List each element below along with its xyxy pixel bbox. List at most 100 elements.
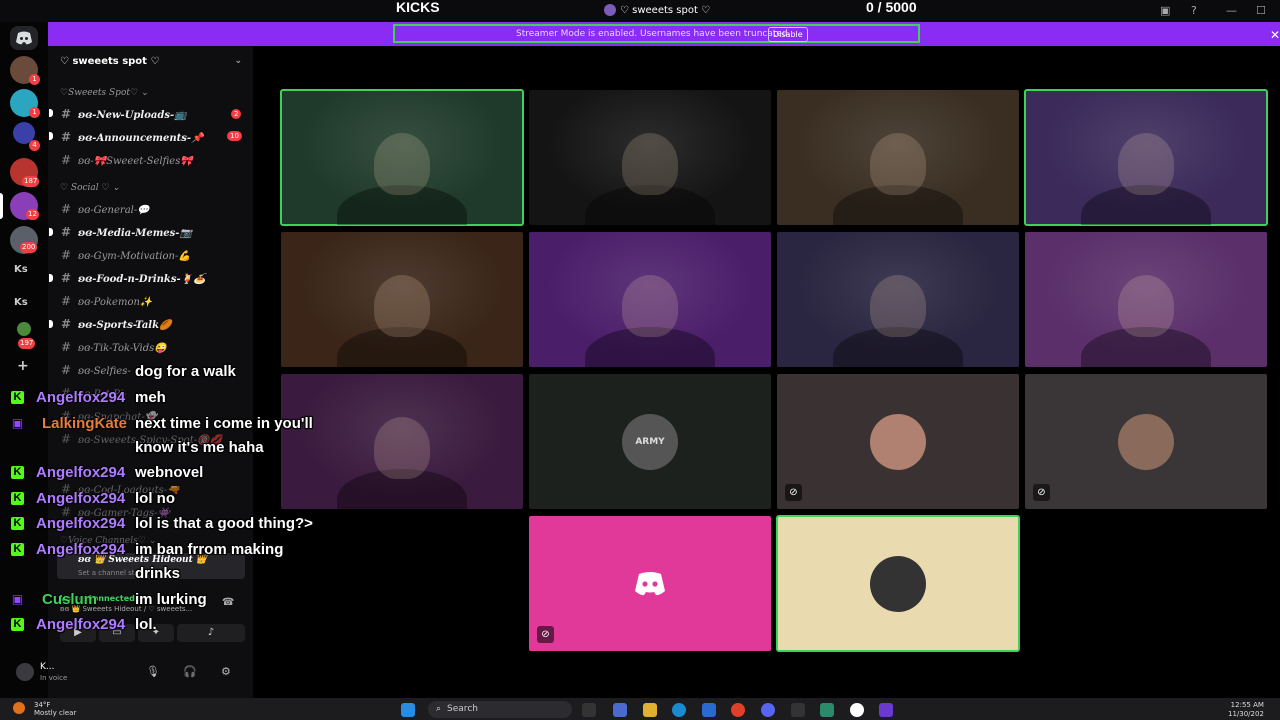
participant-tile-14[interactable] bbox=[776, 515, 1020, 652]
task-view-icon[interactable] bbox=[582, 703, 596, 717]
participant-tile-1[interactable] bbox=[280, 89, 524, 226]
server-icon-8[interactable] bbox=[17, 322, 31, 336]
chat-message-text: lol no bbox=[135, 490, 175, 507]
terminal-icon[interactable] bbox=[791, 703, 805, 717]
participant-tile-8[interactable] bbox=[1025, 232, 1267, 367]
participant-tile-7[interactable] bbox=[777, 232, 1019, 367]
channel-media-memes[interactable]: # ʚɞ-Media-Memes-📷 bbox=[61, 225, 192, 239]
chat-username: LalkingKate bbox=[42, 415, 128, 432]
file-explorer-icon[interactable] bbox=[643, 703, 657, 717]
music-app-icon[interactable] bbox=[879, 703, 893, 717]
server-badge: 12 bbox=[26, 209, 39, 220]
discord-home-icon[interactable] bbox=[10, 26, 38, 50]
participant-tile-11[interactable]: ⊘ bbox=[777, 374, 1019, 509]
discord-taskbar-icon[interactable] bbox=[761, 703, 775, 717]
participant-tile-2[interactable] bbox=[529, 90, 771, 225]
kicks-label: KICKS bbox=[396, 0, 440, 15]
username: K... bbox=[40, 662, 55, 672]
unread-indicator bbox=[49, 274, 53, 282]
help-icon[interactable]: ? bbox=[1191, 4, 1197, 17]
app-icon[interactable] bbox=[820, 703, 834, 717]
kick-platform-icon: K bbox=[11, 492, 24, 505]
maximize-icon[interactable]: ☐ bbox=[1256, 4, 1266, 17]
category-social[interactable]: ♡ Social ♡ ⌄ bbox=[60, 183, 120, 193]
chat-username: Angelfox294 bbox=[36, 389, 126, 406]
selected-server-indicator bbox=[0, 193, 3, 219]
chat-message-text: dog for a walk bbox=[135, 363, 236, 380]
copilot-icon[interactable] bbox=[613, 703, 627, 717]
channel-sports-talk[interactable]: # ʚɞ-Sports-Talk🏉 bbox=[61, 317, 171, 331]
avatar[interactable] bbox=[16, 663, 34, 681]
store-icon[interactable] bbox=[702, 703, 716, 717]
channel-label: ʚɞ-Food-n-Drinks-🍹🍝 bbox=[78, 274, 206, 285]
clock-date: 11/30/202 bbox=[1228, 710, 1264, 718]
channel-general[interactable]: # ʚɞ-General-💬 bbox=[61, 202, 150, 216]
chat-message-text: webnovel bbox=[135, 464, 204, 481]
weather-icon[interactable] bbox=[13, 702, 25, 714]
text-channel-icon: # bbox=[61, 271, 72, 285]
participant-tile-13[interactable]: ⊘ bbox=[529, 516, 771, 651]
windows-taskbar bbox=[0, 698, 1280, 720]
soundboard-button[interactable]: ♪ bbox=[177, 624, 245, 642]
unread-indicator bbox=[49, 320, 53, 328]
server-text-icon-ks[interactable]: Ks bbox=[14, 297, 28, 308]
system-clock[interactable]: 12:55 AM 11/30/202 bbox=[1228, 701, 1264, 719]
chat-message-text: im ban frrom making bbox=[135, 541, 284, 558]
channel-sweeet-selfies[interactable]: # ʚɞ-🎀Sweeet-Selfies🎀 bbox=[61, 153, 193, 167]
obs-icon[interactable] bbox=[850, 703, 864, 717]
taskbar-search[interactable]: ⌕ Search bbox=[428, 701, 572, 718]
channel-gym-motivation[interactable]: # ʚɞ-Gym-Motivation-💪 bbox=[61, 248, 191, 262]
microphone-icon[interactable]: 🎙 bbox=[146, 665, 160, 678]
weather-desc: Mostly clear bbox=[34, 709, 77, 717]
text-channel-icon: # bbox=[61, 294, 72, 308]
kick-platform-icon: K bbox=[11, 618, 24, 631]
add-server-icon[interactable]: + bbox=[17, 358, 29, 374]
server-header[interactable]: ♡ sweeets spot ♡ ⌄ bbox=[60, 56, 246, 70]
window-title-text: ♡ sweeets spot ♡ bbox=[620, 5, 711, 16]
settings-gear-icon[interactable]: ⚙ bbox=[221, 665, 231, 678]
participant-tile-5[interactable] bbox=[281, 232, 523, 367]
participant-avatar: ARMY bbox=[622, 413, 678, 470]
disable-streamer-mode-button[interactable]: Disable bbox=[768, 27, 808, 42]
text-channel-icon: # bbox=[61, 363, 72, 377]
headphones-icon[interactable]: 🎧 bbox=[183, 665, 197, 678]
chat-message-text: next time i come in you'll bbox=[135, 415, 313, 432]
participant-tile-12[interactable]: ⊘ bbox=[1025, 374, 1267, 509]
server-name: ♡ sweeets spot ♡ bbox=[60, 56, 160, 67]
close-banner-icon[interactable]: ✕ bbox=[1270, 28, 1280, 42]
disconnect-icon[interactable]: ☎ bbox=[222, 597, 234, 608]
category-sweeets-spot[interactable]: ♡Sweeets Spot♡ ⌄ bbox=[60, 88, 148, 98]
start-windows-icon[interactable] bbox=[401, 703, 415, 717]
participant-tile-3[interactable] bbox=[777, 90, 1019, 225]
channel-pokemon[interactable]: # ʚɞ-Pokemon✨ bbox=[61, 294, 152, 308]
text-channel-icon: # bbox=[61, 432, 72, 446]
edge-icon[interactable] bbox=[672, 703, 686, 717]
channel-food-n-drinks[interactable]: # ʚɞ-Food-n-Drinks-🍹🍝 bbox=[61, 271, 206, 285]
participant-video-face bbox=[870, 133, 926, 196]
channel-label: ʚɞ-Sports-Talk🏉 bbox=[78, 320, 172, 331]
channel-label: ʚɞ-Announcements-📌 bbox=[78, 133, 204, 144]
participant-tile-10[interactable]: ARMY bbox=[529, 374, 771, 509]
search-label: Search bbox=[447, 704, 478, 714]
chat-message-text: lol is that a good thing?> bbox=[135, 515, 313, 532]
participant-tile-9[interactable] bbox=[281, 374, 523, 509]
participant-tile-6[interactable] bbox=[529, 232, 771, 367]
text-channel-icon: # bbox=[61, 248, 72, 262]
server-badge: 197 bbox=[18, 338, 36, 349]
chat-message-text: im lurking bbox=[135, 591, 207, 608]
clock-time: 12:55 AM bbox=[1230, 701, 1264, 709]
channel-new-uploads[interactable]: # ʚɞ-New-Uploads-📺 bbox=[61, 107, 187, 121]
chrome-icon[interactable] bbox=[731, 703, 745, 717]
chat-message-text: meh bbox=[135, 389, 166, 406]
minimize-icon[interactable]: — bbox=[1226, 4, 1237, 17]
unread-indicator bbox=[49, 228, 53, 236]
server-text-icon-ks[interactable]: Ks bbox=[14, 264, 28, 275]
channel-tik-tok-vids[interactable]: # ʚɞ-Tik-Tok-Vids😜 bbox=[61, 340, 167, 354]
streamer-mode-message: Streamer Mode is enabled. Usernames have… bbox=[516, 29, 791, 39]
channel-announcements[interactable]: # ʚɞ-Announcements-📌 bbox=[61, 130, 203, 144]
participant-tile-4[interactable] bbox=[1024, 89, 1268, 226]
weather-widget[interactable]: 34°F Mostly clear bbox=[34, 701, 76, 717]
inbox-icon[interactable]: ▣ bbox=[1160, 4, 1170, 17]
channel-selfies[interactable]: # ʚɞ-Selfies- bbox=[61, 363, 131, 377]
text-channel-icon: # bbox=[61, 317, 72, 331]
